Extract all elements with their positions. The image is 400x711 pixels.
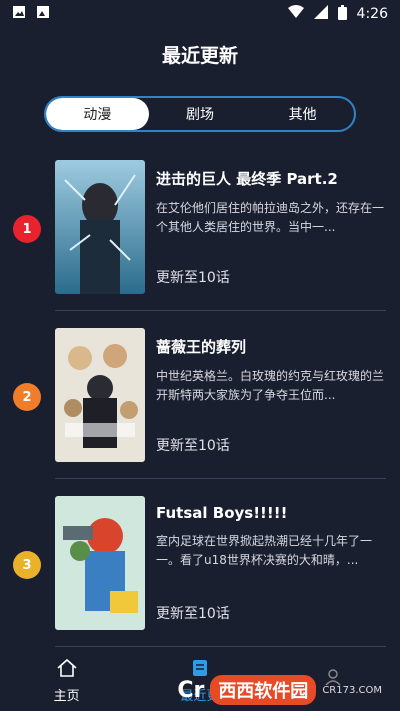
divider bbox=[55, 310, 386, 311]
item-title: Futsal Boys!!!!! bbox=[156, 504, 288, 522]
rank-badge: 1 bbox=[13, 215, 41, 243]
watermark-sub: CR173.COM bbox=[322, 684, 382, 696]
image-icon bbox=[12, 5, 26, 23]
home-icon bbox=[56, 658, 78, 682]
watermark-logo: Cr bbox=[177, 677, 205, 703]
list-item[interactable]: 1 进击的巨人 最终季 Part.2 在艾伦他们居住的帕拉迪岛之外，还存在一个其… bbox=[0, 150, 400, 310]
status-time: 4:26 bbox=[356, 6, 388, 22]
battery-icon bbox=[337, 4, 347, 24]
signal-icon bbox=[313, 5, 328, 23]
nav-home-label: 主页 bbox=[53, 688, 80, 704]
cover-image[interactable] bbox=[55, 496, 145, 630]
wifi-icon bbox=[287, 5, 304, 23]
gallery-icon bbox=[36, 5, 50, 23]
watermark-text: 西西软件园 bbox=[210, 675, 317, 705]
item-progress: 更新至10话 bbox=[156, 438, 230, 454]
item-description: 中世纪英格兰。白玫瑰的约克与红玫瑰的兰开斯特两大家族为了争夺王位而... bbox=[156, 369, 385, 402]
item-title: 蔷薇王的葬列 bbox=[156, 338, 247, 356]
item-progress: 更新至10话 bbox=[156, 270, 230, 286]
watermark: Cr 西西软件园 CR173.COM bbox=[177, 675, 382, 705]
item-title: 进击的巨人 最终季 Part.2 bbox=[156, 170, 338, 188]
rank-badge: 3 bbox=[13, 551, 41, 579]
list-item[interactable]: 2 蔷薇王的葬列 中世纪英格兰。白玫瑰的约克与红玫瑰的兰开斯特两大家族为了争夺王… bbox=[0, 318, 400, 478]
tab-anime[interactable]: 动漫 bbox=[46, 98, 149, 130]
item-progress: 更新至10话 bbox=[156, 606, 230, 622]
category-tabs: 动漫 剧场 其他 bbox=[44, 96, 356, 132]
cover-image[interactable] bbox=[55, 328, 145, 462]
tab-theater[interactable]: 剧场 bbox=[149, 98, 252, 130]
divider bbox=[55, 646, 386, 647]
rank-badge: 2 bbox=[13, 383, 41, 411]
tab-other[interactable]: 其他 bbox=[251, 98, 354, 130]
status-bar: 4:26 bbox=[0, 0, 400, 28]
divider bbox=[55, 478, 386, 479]
nav-home[interactable]: 主页 bbox=[0, 650, 133, 711]
list-item[interactable]: 3 Futsal Boys!!!!! 室内足球在世界掀起热潮已经十几年了一一。看… bbox=[0, 486, 400, 646]
page-title: 最近更新 bbox=[161, 44, 238, 67]
cover-image[interactable] bbox=[55, 160, 145, 294]
item-description: 在艾伦他们居住的帕拉迪岛之外，还存在一个其他人类居住的世界。当中一... bbox=[156, 201, 385, 234]
item-description: 室内足球在世界掀起热潮已经十几年了一一。看了u18世界杯决赛的大和晴，... bbox=[156, 534, 373, 567]
